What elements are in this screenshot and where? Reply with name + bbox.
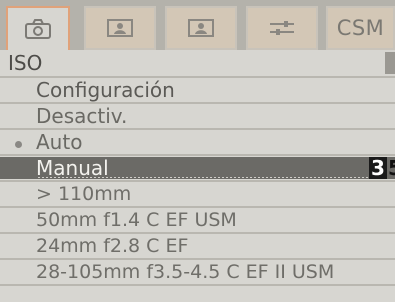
- custom-settings-icon: [270, 21, 294, 35]
- option-auto[interactable]: Auto: [0, 131, 395, 153]
- lens-item[interactable]: 50mm f1.4 C EF USM: [0, 209, 395, 231]
- scrollbar[interactable]: [385, 52, 395, 74]
- option-label: Manual: [36, 156, 109, 180]
- tab-playback[interactable]: [84, 6, 156, 50]
- option-manual[interactable]: Manual: [0, 157, 395, 179]
- tab-csm-label: CSM: [336, 16, 385, 40]
- manual-value-tail: 5: [388, 156, 395, 180]
- lens-item[interactable]: 28-105mm f3.5-4.5 C EF II USM: [0, 261, 395, 283]
- divider: [0, 206, 395, 208]
- option-label: Auto: [36, 130, 83, 154]
- tab-bar: CSM: [0, 0, 395, 50]
- page-title: ISO: [8, 51, 43, 75]
- menu-header: Configuración: [0, 79, 395, 101]
- option-desactiv[interactable]: Desactiv.: [0, 105, 395, 127]
- divider: [0, 232, 395, 234]
- lens-label: > 110mm: [36, 183, 132, 205]
- divider: [0, 180, 395, 182]
- lens-item[interactable]: > 110mm: [0, 183, 395, 205]
- divider: [0, 284, 395, 286]
- tab-playback-person[interactable]: [165, 6, 237, 50]
- lens-label: 50mm f1.4 C EF USM: [36, 209, 237, 231]
- playback-person-icon: [188, 19, 214, 37]
- menu-header-label: Configuración: [36, 78, 175, 102]
- lens-item[interactable]: 24mm f2.8 C EF: [0, 235, 395, 257]
- lens-label: 24mm f2.8 C EF: [36, 235, 189, 257]
- option-label: Desactiv.: [36, 104, 128, 128]
- playback-icon: [107, 19, 133, 37]
- tab-camera[interactable]: [6, 6, 70, 50]
- tab-custom-settings[interactable]: [246, 6, 318, 50]
- camera-icon: [25, 19, 51, 39]
- title-row: ISO: [0, 50, 395, 76]
- manual-value-box[interactable]: 3: [369, 157, 387, 179]
- tab-csm[interactable]: CSM: [326, 6, 395, 50]
- selected-bullet-icon: [15, 141, 22, 148]
- divider: [0, 258, 395, 260]
- lens-label: 28-105mm f3.5-4.5 C EF II USM: [36, 261, 335, 283]
- dotted-leader: [38, 177, 368, 178]
